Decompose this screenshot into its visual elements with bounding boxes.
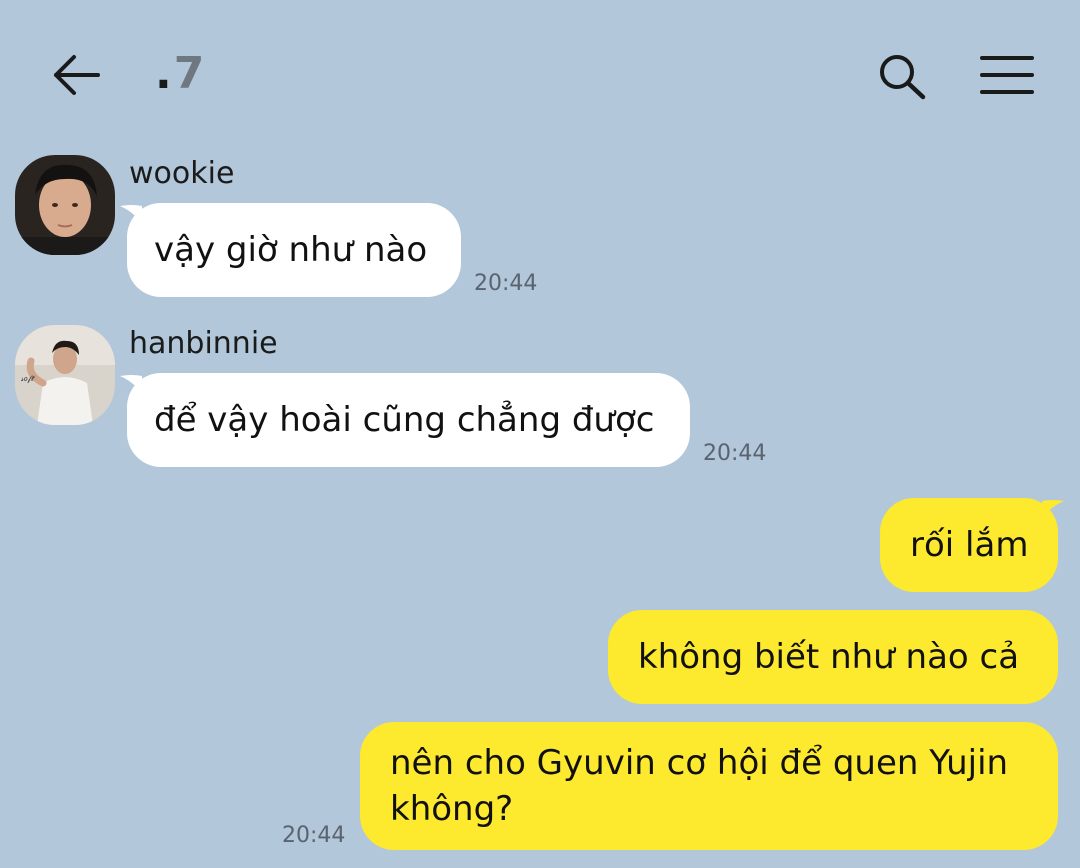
chat-header: .7	[0, 0, 1080, 150]
avatar[interactable]: 𝓈𝑜𝒻𝓉	[15, 325, 115, 425]
search-icon	[880, 55, 926, 100]
message-text: vậy giờ như nào	[154, 230, 428, 270]
message-timestamp: 20:44	[703, 441, 767, 466]
search-button[interactable]	[874, 50, 930, 102]
back-button[interactable]	[50, 50, 104, 100]
menu-button[interactable]	[978, 52, 1036, 98]
message-bubble[interactable]: để vậy hoài cũng chẳng được	[127, 373, 690, 467]
svg-text:𝓈𝑜𝒻𝓉: 𝓈𝑜𝒻𝓉	[21, 374, 35, 383]
message-bubble[interactable]: vậy giờ như nào	[127, 203, 461, 297]
message-bubble[interactable]: rối lắm	[880, 498, 1058, 592]
message-text-line: không?	[390, 789, 514, 829]
message-text: rối lắm	[910, 525, 1029, 565]
message-bubble[interactable]: không biết như nào cả	[608, 610, 1058, 704]
message-text: không biết như nào cả	[638, 637, 1020, 677]
sender-name: wookie	[129, 156, 235, 191]
message-timestamp: 20:44	[282, 823, 346, 848]
chat-title-dot: .	[155, 48, 174, 99]
message-bubble[interactable]: nên cho Gyuvin cơ hội để quen Yujin khôn…	[360, 722, 1058, 850]
message-timestamp: 20:44	[474, 271, 538, 296]
chat-title: .7	[155, 48, 206, 99]
arrow-left-icon	[54, 55, 100, 95]
chat-title-text: 7	[173, 48, 207, 99]
bubble-tail	[1042, 500, 1064, 519]
message-text-line: nên cho Gyuvin cơ hội để quen Yujin	[390, 743, 1009, 783]
hamburger-menu-icon	[980, 56, 1034, 94]
profile-photo-wookie	[15, 155, 115, 255]
profile-photo-hanbinnie: 𝓈𝑜𝒻𝓉	[15, 325, 115, 425]
avatar[interactable]	[15, 155, 115, 255]
sender-name: hanbinnie	[129, 326, 278, 361]
message-text: để vậy hoài cũng chẳng được	[154, 400, 655, 440]
